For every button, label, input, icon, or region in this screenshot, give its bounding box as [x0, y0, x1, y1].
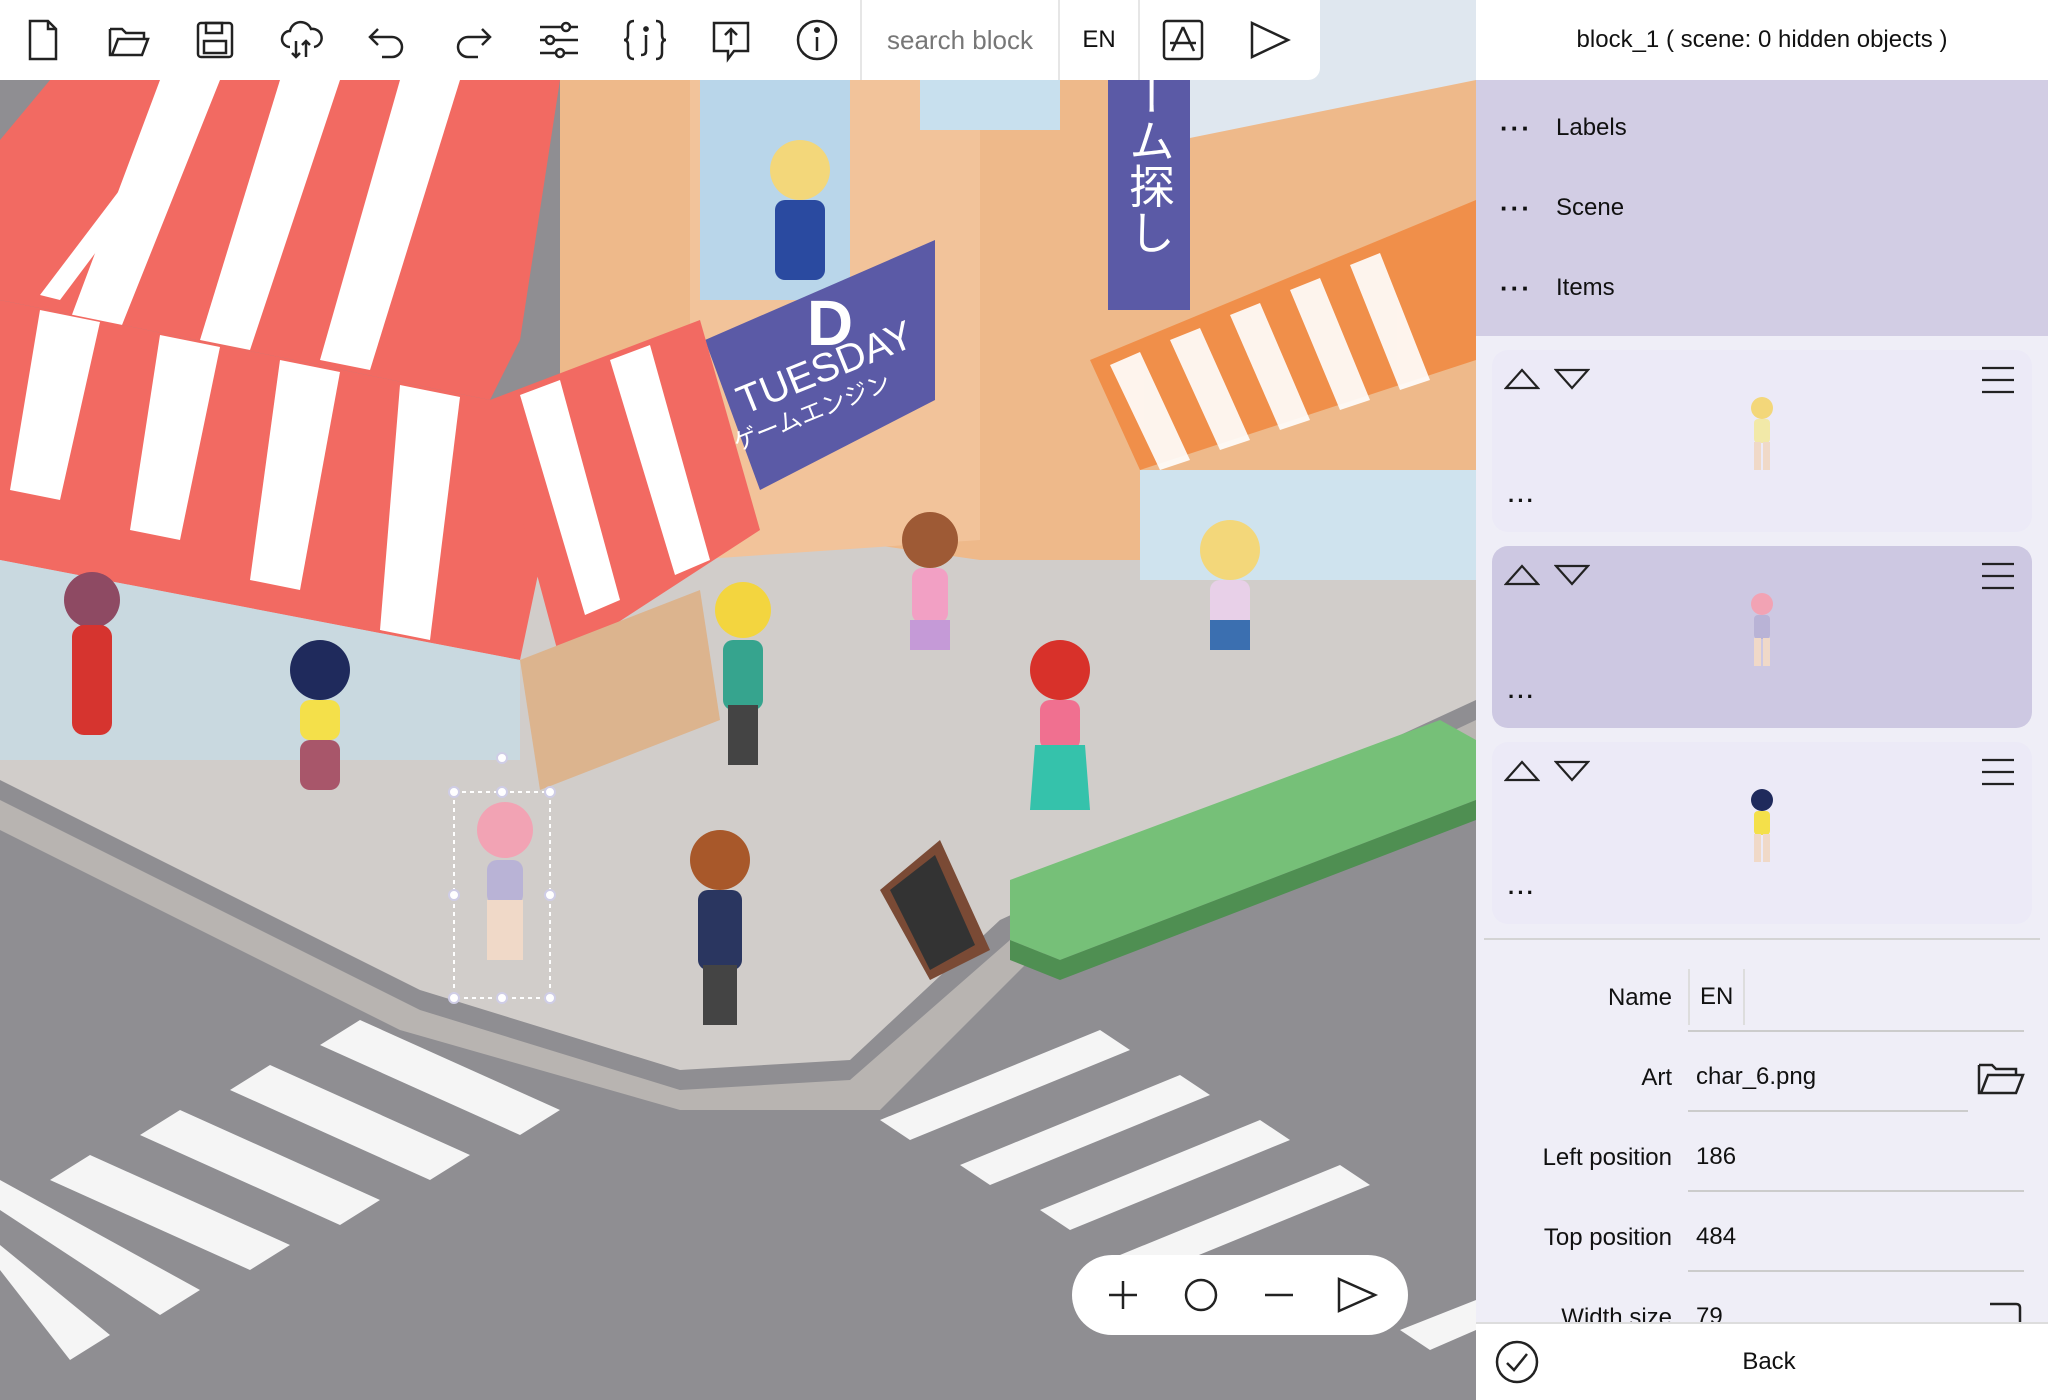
menu-item-labels[interactable]: ··· Labels [1476, 88, 2048, 168]
move-up-icon[interactable] [1503, 366, 1541, 392]
move-down-icon[interactable] [1553, 758, 1591, 784]
cloud-sync-icon[interactable] [258, 0, 344, 80]
search-block-input[interactable]: search block [862, 0, 1058, 80]
name-field[interactable]: EN [1688, 964, 2024, 1032]
menu-item-scene[interactable]: ··· Scene [1476, 168, 2048, 248]
art-row: Art char_6.png [1484, 1038, 2040, 1118]
item-card[interactable]: ··· [1492, 742, 2032, 924]
game-scene-canvas[interactable]: ゲーム探し TUESDAY ゲームエンジン D [0, 0, 1476, 1400]
sprite-thumbnail [1751, 593, 1773, 666]
top-position-row: Top position 484 [1484, 1198, 2040, 1278]
hamburger-menu-icon[interactable] [1980, 756, 2016, 788]
reorder-arrows [1503, 366, 1591, 392]
svg-text:D: D [807, 287, 853, 359]
new-file-icon[interactable] [0, 0, 86, 80]
top-position-label: Top position [1543, 1224, 1672, 1251]
menu-item-label: Labels [1556, 114, 1627, 141]
sprite-thumbnail [1751, 789, 1773, 862]
item-properties: Name EN Art char_6.png Left position 186… [1484, 938, 2040, 1358]
top-position-value: 484 [1696, 1223, 1737, 1250]
zoom-in-icon[interactable] [1088, 1260, 1158, 1330]
reorder-arrows [1503, 562, 1591, 588]
name-language-tag[interactable]: EN [1688, 969, 1746, 1025]
menu-item-label: Items [1556, 274, 1615, 301]
move-up-icon[interactable] [1503, 562, 1541, 588]
top-position-input[interactable]: 484 [1688, 1204, 2024, 1272]
main-toolbar: search block EN [0, 0, 1320, 80]
back-button[interactable]: Back [1540, 1348, 1998, 1376]
art-label: Art [1641, 1064, 1672, 1091]
upload-icon[interactable] [688, 0, 774, 80]
move-down-icon[interactable] [1553, 366, 1591, 392]
undo-icon[interactable] [344, 0, 430, 80]
left-position-label: Left position [1542, 1144, 1672, 1171]
language-button[interactable]: EN [1060, 0, 1138, 80]
panel-footer: Back [1476, 1322, 2048, 1400]
preview-play-icon[interactable] [1322, 1260, 1392, 1330]
app-store-icon[interactable] [1140, 0, 1226, 80]
card-more-options[interactable]: ··· [1508, 880, 1536, 906]
menu-item-label: Scene [1556, 194, 1625, 221]
item-card[interactable]: ··· [1492, 350, 2032, 532]
card-more-options[interactable]: ··· [1508, 684, 1536, 710]
hamburger-menu-icon[interactable] [1980, 364, 2016, 396]
more-dots-icon: ··· [1500, 113, 1532, 143]
hamburger-menu-icon[interactable] [1980, 560, 2016, 592]
play-icon[interactable] [1226, 0, 1312, 80]
scene-illustration: ゲーム探し TUESDAY ゲームエンジン D [0, 0, 1476, 1400]
open-folder-icon[interactable] [86, 0, 172, 80]
left-position-row: Left position 186 [1484, 1118, 2040, 1198]
redo-icon[interactable] [430, 0, 516, 80]
card-more-options[interactable]: ··· [1508, 488, 1536, 514]
reset-zoom-icon[interactable] [1166, 1260, 1236, 1330]
info-icon[interactable] [774, 0, 860, 80]
name-label: Name [1607, 984, 1672, 1011]
move-up-icon[interactable] [1503, 758, 1541, 784]
confirm-check-icon[interactable] [1494, 1339, 1540, 1385]
zoom-controls [1072, 1255, 1408, 1335]
sprite-thumbnail [1751, 397, 1773, 470]
item-card[interactable]: ··· [1492, 546, 2032, 728]
settings-sliders-icon[interactable] [516, 0, 602, 80]
menu-item-items[interactable]: ··· Items [1476, 248, 2048, 328]
item-cards-list: ··· ··· ··· [1476, 350, 2048, 924]
open-folder-icon[interactable] [1976, 1059, 2026, 1097]
name-row: Name EN [1484, 958, 2040, 1038]
move-down-icon[interactable] [1553, 562, 1591, 588]
panel-menu: ··· Labels ··· Scene ··· Items [1476, 80, 2048, 336]
reorder-arrows [1503, 758, 1591, 784]
art-field[interactable]: char_6.png [1688, 1044, 1968, 1112]
panel-title: block_1 ( scene: 0 hidden objects ) [1476, 0, 2048, 80]
json-icon[interactable] [602, 0, 688, 80]
more-dots-icon: ··· [1500, 193, 1532, 223]
left-position-input[interactable]: 186 [1688, 1124, 2024, 1192]
left-position-value: 186 [1696, 1143, 1737, 1170]
art-value: char_6.png [1696, 1063, 1817, 1090]
properties-panel: block_1 ( scene: 0 hidden objects ) ··· … [1476, 0, 2048, 1400]
save-icon[interactable] [172, 0, 258, 80]
zoom-out-icon[interactable] [1244, 1260, 1314, 1330]
more-dots-icon: ··· [1500, 273, 1532, 303]
